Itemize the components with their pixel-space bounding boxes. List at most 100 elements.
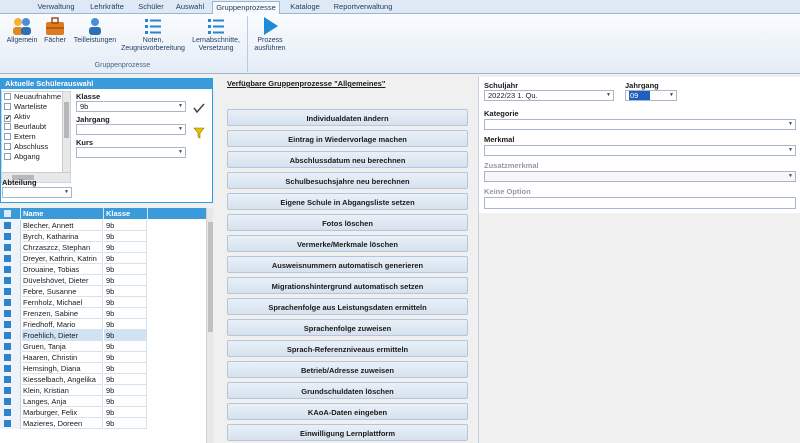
checkbox[interactable] xyxy=(4,133,11,140)
row-indicator[interactable] xyxy=(0,418,21,429)
schuljahr-select[interactable]: 2022/23 1. Qu. ▼ xyxy=(484,90,614,101)
abteilung-select[interactable]: ▼ xyxy=(2,187,72,198)
table-row[interactable]: Mazieres, Doreen 9b xyxy=(0,418,206,429)
row-indicator[interactable] xyxy=(0,286,21,297)
checkbox[interactable] xyxy=(4,93,11,100)
process-button[interactable]: Sprachenfolge zuweisen xyxy=(227,319,468,336)
table-row[interactable]: Friedhoff, Mario 9b xyxy=(0,319,206,330)
table-row[interactable]: Klein, Kristian 9b xyxy=(0,385,206,396)
row-indicator[interactable] xyxy=(0,385,21,396)
table-row[interactable]: Haaren, Christin 9b xyxy=(0,352,206,363)
table-row[interactable]: Gruen, Tanja 9b xyxy=(0,341,206,352)
row-indicator[interactable] xyxy=(0,242,21,253)
status-item[interactable]: Abschluss xyxy=(4,142,48,152)
table-row[interactable]: Frenzen, Sabine 9b xyxy=(0,308,206,319)
zusatzmerkmal-select[interactable]: ▼ xyxy=(484,171,796,182)
process-button[interactable]: Fotos löschen xyxy=(227,214,468,231)
faecher-button[interactable]: Fächer xyxy=(40,16,70,60)
status-item[interactable]: Neuaufnahme xyxy=(4,92,61,102)
process-button[interactable]: Sprach-Referenzniveaus ermitteln xyxy=(227,340,468,357)
process-button[interactable]: Grundschuldaten löschen xyxy=(227,382,468,399)
process-button[interactable]: Schulbesuchsjahre neu berechnen xyxy=(227,172,468,189)
status-item[interactable]: Extern xyxy=(4,132,36,142)
process-button[interactable]: Einwilligung Lernplattform xyxy=(227,424,468,441)
process-button[interactable]: Migrationshintergrund automatisch setzen xyxy=(227,277,468,294)
process-button[interactable]: Ausweisnummern automatisch generieren xyxy=(227,256,468,273)
option-field[interactable] xyxy=(484,197,796,209)
scrollbar-thumb[interactable] xyxy=(208,222,213,332)
row-indicator[interactable] xyxy=(0,319,21,330)
process-button[interactable]: Vermerke/Merkmale löschen xyxy=(227,235,468,252)
checkbox[interactable] xyxy=(4,143,11,150)
checkbox[interactable] xyxy=(4,153,11,160)
row-indicator[interactable] xyxy=(0,253,21,264)
tab-kataloge[interactable]: Kataloge xyxy=(282,1,328,14)
process-button[interactable]: Individualdaten ändern xyxy=(227,109,468,126)
checkbox[interactable]: ✔ xyxy=(4,115,11,122)
column-header-klasse[interactable]: Klasse xyxy=(104,208,148,219)
klasse-select[interactable]: 9b ▼ xyxy=(76,101,186,112)
lernabschnitte-versetzung-button[interactable]: Lernabschnitte, Versetzung xyxy=(188,16,244,60)
table-row[interactable]: Blecher, Annett 9b xyxy=(0,220,206,231)
table-row[interactable]: Fernholz, Michael 9b xyxy=(0,297,206,308)
process-button[interactable]: Betrieb/Adresse zuweisen xyxy=(227,361,468,378)
row-indicator[interactable] xyxy=(0,352,21,363)
filter-icon[interactable] xyxy=(193,127,205,139)
status-vscrollbar[interactable] xyxy=(62,92,70,172)
tab-verwaltung[interactable]: Verwaltung xyxy=(30,1,82,14)
teilleistungen-button[interactable]: Teilleistungen xyxy=(72,16,118,60)
allgemein-button[interactable]: Allgemein xyxy=(4,16,40,60)
table-row[interactable]: Febre, Susanne 9b xyxy=(0,286,206,297)
kurs-select[interactable]: ▼ xyxy=(76,147,186,158)
table-row[interactable]: Byrch, Katharina 9b xyxy=(0,231,206,242)
checkbox[interactable] xyxy=(4,123,11,130)
tab-auswahl[interactable]: Auswahl xyxy=(170,1,210,14)
table-row[interactable]: Kiesselbach, Angelika 9b xyxy=(0,374,206,385)
table-row[interactable]: Froehlich, Dieter 9b xyxy=(0,330,206,341)
table-row[interactable]: Dreyer, Kathrin, Katrin 9b xyxy=(0,253,206,264)
process-button[interactable]: Eintrag in Wiedervorlage machen xyxy=(227,130,468,147)
tab-gruppenprozesse[interactable]: Gruppenprozesse xyxy=(212,1,280,15)
tab-reportverwaltung[interactable]: Reportverwaltung xyxy=(328,1,398,14)
process-button[interactable]: Abschlussdatum neu berechnen xyxy=(227,151,468,168)
checkbox[interactable] xyxy=(4,103,11,110)
process-button[interactable]: KAoA-Daten eingeben xyxy=(227,403,468,420)
row-indicator[interactable] xyxy=(0,231,21,242)
process-button[interactable]: Sprachenfolge aus Leistungsdaten ermitte… xyxy=(227,298,468,315)
column-header-name[interactable]: Name xyxy=(22,208,104,219)
table-row[interactable]: Hemsingh, Diana 9b xyxy=(0,363,206,374)
row-indicator[interactable] xyxy=(0,407,21,418)
row-indicator[interactable] xyxy=(0,297,21,308)
table-row[interactable]: Chrzaszcz, Stephan 9b xyxy=(0,242,206,253)
row-indicator[interactable] xyxy=(0,374,21,385)
status-item[interactable]: Warteliste xyxy=(4,102,47,112)
row-indicator[interactable] xyxy=(0,220,21,231)
checkmark-icon[interactable] xyxy=(193,103,205,113)
status-item[interactable]: ✔ Aktiv xyxy=(4,112,30,122)
status-item[interactable]: Abgang xyxy=(4,152,40,162)
tab-lehrkraefte[interactable]: Lehrkräfte xyxy=(82,1,132,14)
status-item[interactable]: Beurlaubt xyxy=(4,122,46,132)
row-indicator[interactable] xyxy=(0,363,21,374)
jahrgang-detail-select[interactable]: 09 ▼ xyxy=(625,90,677,101)
tab-schueler[interactable]: Schüler xyxy=(132,1,170,14)
row-indicator[interactable] xyxy=(0,341,21,352)
merkmal-select[interactable]: ▼ xyxy=(484,145,796,156)
noten-zeugnisvorbereitung-button[interactable]: Noten, Zeugnisvorbereitung xyxy=(120,16,186,60)
student-name-cell: Hemsingh, Diana xyxy=(22,363,103,374)
row-indicator[interactable] xyxy=(0,275,21,286)
row-indicator[interactable] xyxy=(0,308,21,319)
table-row[interactable]: Langes, Anja 9b xyxy=(0,396,206,407)
row-indicator[interactable] xyxy=(0,264,21,275)
process-button[interactable]: Eigene Schule in Abgangsliste setzen xyxy=(227,193,468,210)
table-row[interactable]: Marburger, Felix 9b xyxy=(0,407,206,418)
table-row[interactable]: Düvelshövet, Dieter 9b xyxy=(0,275,206,286)
row-indicator[interactable] xyxy=(0,330,21,341)
student-klasse-cell: 9b xyxy=(104,220,147,231)
kategorie-select[interactable]: ▼ xyxy=(484,119,796,130)
prozess-ausfuehren-button[interactable]: Prozess ausführen xyxy=(252,16,288,60)
table-row[interactable]: Drouaine, Tobias 9b xyxy=(0,264,206,275)
row-indicator[interactable] xyxy=(0,396,21,407)
vertical-scrollbar[interactable] xyxy=(206,208,213,443)
jahrgang-select[interactable]: ▼ xyxy=(76,124,186,135)
